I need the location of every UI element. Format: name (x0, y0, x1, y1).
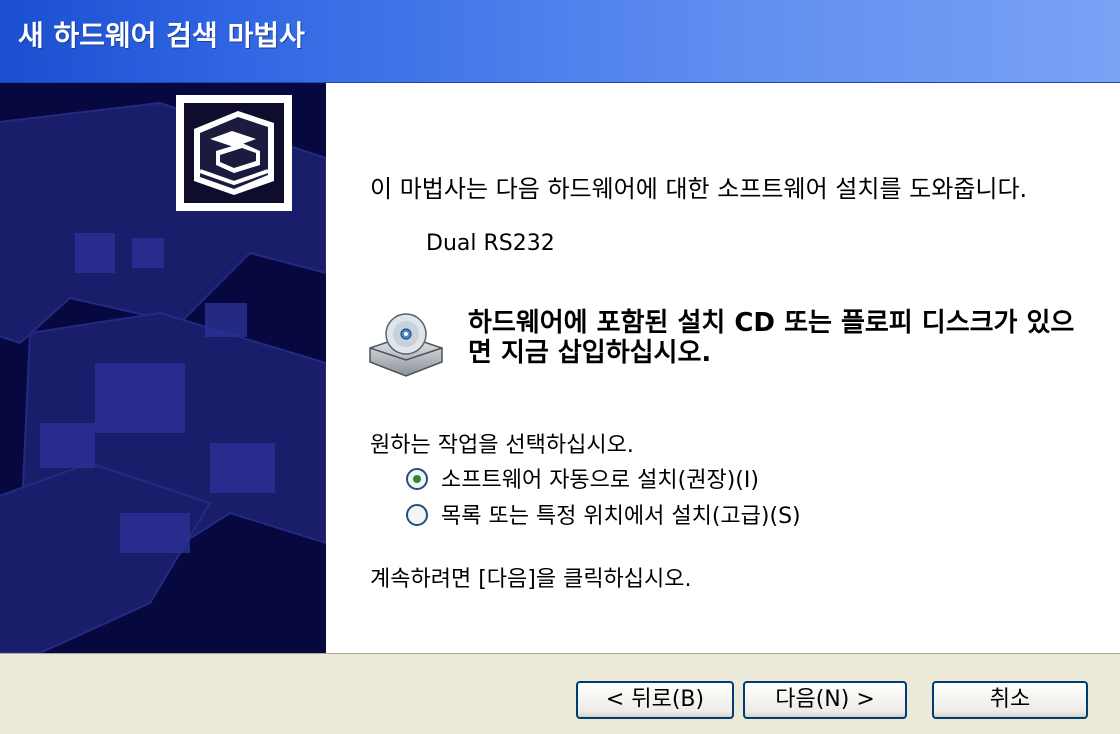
install-advanced-option[interactable]: 목록 또는 특정 위치에서 설치(고급)(S) (406, 503, 801, 531)
title-bar[interactable]: 새 하드웨어 검색 마법사 (0, 0, 1120, 83)
button-bar: < 뒤로(B) 다음(N) > 취소 (0, 653, 1120, 734)
choose-action-prompt: 원하는 작업을 선택하십시오. (370, 433, 634, 458)
install-auto-label: 소프트웨어 자동으로 설치(권장)(I) (441, 468, 759, 493)
cd-drive-icon (369, 313, 443, 377)
wizard-content: 이 마법사는 다음 하드웨어에 대한 소프트웨어 설치를 도와줍니다. Dual… (326, 83, 1120, 653)
wizard-side-panel (0, 83, 326, 653)
hardware-card-icon (176, 95, 292, 211)
cd-insert-instruction: 하드웨어에 포함된 설치 CD 또는 플로피 디스크가 있으면 지금 삽입하십시… (468, 308, 1075, 368)
radio-auto-install[interactable] (406, 468, 428, 490)
intro-text: 이 마법사는 다음 하드웨어에 대한 소프트웨어 설치를 도와줍니다. (370, 175, 1028, 203)
cd-notice: 하드웨어에 포함된 설치 CD 또는 플로피 디스크가 있으면 지금 삽입하십시… (366, 306, 1120, 377)
device-name: Dual RS232 (426, 231, 555, 256)
back-button[interactable]: < 뒤로(B) (576, 681, 734, 719)
install-auto-option[interactable]: 소프트웨어 자동으로 설치(권장)(I) (406, 467, 759, 495)
radio-advanced-install[interactable] (406, 504, 428, 526)
next-button[interactable]: 다음(N) > (743, 681, 907, 719)
cancel-button[interactable]: 취소 (932, 681, 1088, 719)
continue-instruction: 계속하려면 [다음]을 클릭하십시오. (370, 567, 692, 592)
window-title: 새 하드웨어 검색 마법사 (18, 19, 305, 52)
install-advanced-label: 목록 또는 특정 위치에서 설치(고급)(S) (441, 504, 801, 529)
wizard-window: 새 하드웨어 검색 마법사 이 마법사는 다음 하드웨어에 대한 소프트웨어 설… (0, 0, 1120, 734)
